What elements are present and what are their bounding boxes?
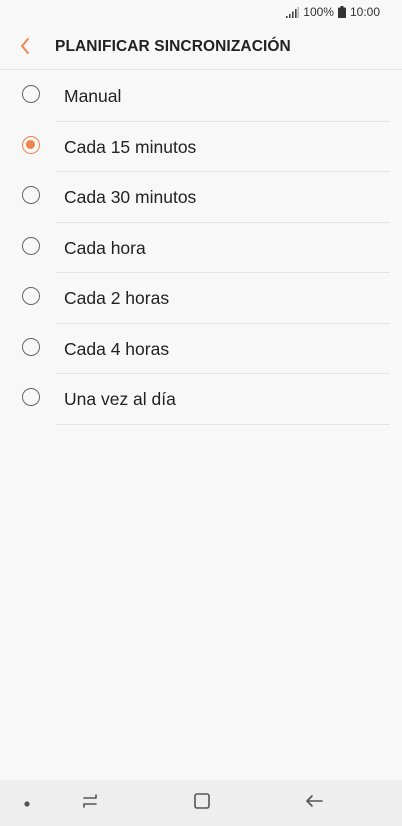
- option-label: Cada 2 horas: [64, 288, 170, 308]
- radio-button[interactable]: [22, 186, 40, 204]
- chevron-left-icon: [19, 37, 31, 60]
- home-button[interactable]: [182, 780, 222, 826]
- status-bar: 100% 10:00: [0, 0, 402, 24]
- status-indicators: 100% 10:00: [286, 5, 380, 19]
- page-title: PLANIFICAR SINCRONIZACIÓN: [55, 38, 291, 55]
- sync-schedule-options: Manual Cada 15 minutos Cada 30 minutos C…: [0, 71, 402, 425]
- back-nav-button[interactable]: [294, 780, 334, 826]
- option-label: Cada 4 horas: [64, 338, 170, 359]
- battery-icon: [337, 6, 346, 18]
- header-divider: [0, 69, 402, 70]
- option-every-30-minutes[interactable]: Cada 30 minutos: [0, 172, 402, 223]
- option-every-hour[interactable]: Cada hora: [0, 223, 402, 273]
- radio-button[interactable]: [22, 337, 40, 356]
- option-every-15-minutes[interactable]: Cada 15 minutos: [0, 122, 402, 172]
- option-label: Cada hora: [64, 237, 146, 258]
- radio-button[interactable]: [22, 287, 40, 305]
- battery-percent: 100%: [303, 5, 334, 19]
- row-divider: [56, 423, 390, 425]
- recent-apps-icon: [81, 793, 99, 814]
- signal-icon: [286, 6, 300, 18]
- back-button[interactable]: [10, 34, 40, 62]
- home-icon: [194, 792, 210, 814]
- option-label: Manual: [64, 86, 122, 106]
- radio-button-selected[interactable]: [22, 135, 40, 154]
- radio-button[interactable]: [22, 85, 40, 103]
- option-label: Cada 30 minutos: [64, 187, 197, 207]
- clock: 10:00: [349, 5, 380, 19]
- option-once-a-day[interactable]: Una vez al día: [0, 374, 402, 425]
- dot-icon: [24, 794, 30, 812]
- app-header: PLANIFICAR SINCRONIZACIÓN: [0, 28, 402, 68]
- radio-button[interactable]: [22, 388, 40, 406]
- radio-button[interactable]: [22, 236, 40, 255]
- option-label: Cada 15 minutos: [64, 136, 197, 157]
- recent-apps-button[interactable]: [70, 780, 110, 826]
- back-arrow-icon: [305, 794, 323, 813]
- option-label: Una vez al día: [64, 389, 176, 409]
- option-every-4-hours[interactable]: Cada 4 horas: [0, 324, 402, 374]
- navigation-bar: [0, 780, 402, 826]
- option-every-2-hours[interactable]: Cada 2 horas: [0, 273, 402, 324]
- nav-dot-button[interactable]: [14, 780, 40, 826]
- option-manual[interactable]: Manual: [0, 71, 402, 122]
